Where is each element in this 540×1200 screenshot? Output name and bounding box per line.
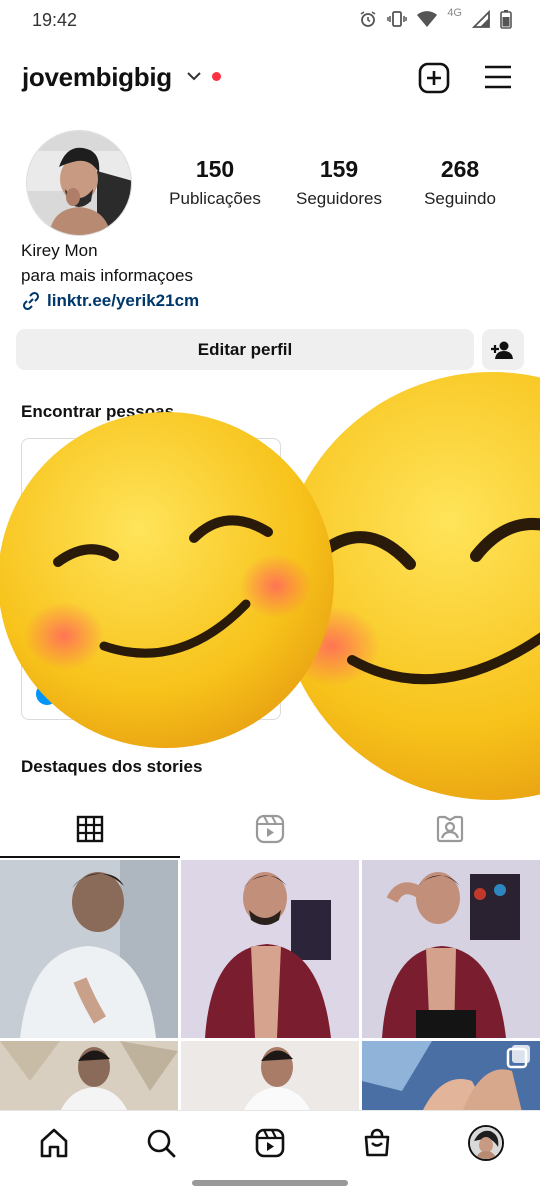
nav-reels[interactable] <box>250 1123 290 1163</box>
alarm-icon <box>360 11 376 27</box>
network-label: 4G <box>447 7 462 19</box>
profile-link[interactable]: linktr.ee/yerik21cm <box>21 291 199 311</box>
shop-icon <box>364 1128 390 1157</box>
post-thumbnail[interactable] <box>181 860 359 1038</box>
chevron-down-icon[interactable] <box>186 70 202 82</box>
posts-count: 150 <box>195 156 235 182</box>
search-icon <box>147 1129 176 1158</box>
notification-dot <box>212 72 221 81</box>
tab-reels[interactable] <box>180 800 360 858</box>
status-icons: 4G <box>359 7 512 29</box>
stat-posts[interactable]: 150 Publicações <box>150 156 280 209</box>
post-thumbnail[interactable] <box>0 1041 178 1112</box>
nav-shop[interactable] <box>357 1123 397 1163</box>
status-time: 19:42 <box>32 10 78 30</box>
posts-grid <box>0 860 540 1112</box>
nav-search[interactable] <box>141 1123 181 1163</box>
posts-label: Publicações <box>169 189 261 208</box>
nav-home[interactable] <box>34 1123 74 1163</box>
bottom-navigation <box>0 1110 540 1172</box>
tab-grid[interactable] <box>0 800 180 858</box>
stat-following[interactable]: 268 Seguindo <box>395 156 525 209</box>
following-count: 268 <box>440 156 480 182</box>
reels-icon <box>255 814 285 844</box>
edit-profile-button[interactable]: Editar perfil <box>16 329 474 370</box>
discover-people-button[interactable] <box>482 329 524 370</box>
add-user-icon <box>491 341 513 359</box>
profile-link-text[interactable]: linktr.ee/yerik21cm <box>47 291 199 311</box>
post-thumbnail[interactable] <box>362 1041 540 1112</box>
signal-icon <box>472 10 490 28</box>
followers-count: 159 <box>319 156 359 182</box>
status-bar: 19:42 4G <box>0 0 540 40</box>
nav-profile[interactable] <box>466 1123 506 1163</box>
wifi-icon <box>417 11 438 27</box>
post-thumbnail[interactable] <box>362 860 540 1038</box>
smiling-face-emoji-left <box>0 412 334 748</box>
post-thumbnail[interactable] <box>0 860 178 1038</box>
profile-header: jovembigbig <box>0 56 540 104</box>
active-tab-indicator <box>0 856 180 858</box>
profile-bio: para mais informaçoes <box>21 266 193 285</box>
battery-icon <box>500 10 512 29</box>
gesture-bar <box>192 1180 348 1186</box>
following-label: Seguindo <box>424 189 496 208</box>
link-icon <box>22 291 40 311</box>
profile-name: Kirey Mon <box>21 241 98 260</box>
highlights-title: Destaques dos stories <box>21 757 203 776</box>
username[interactable]: jovembigbig <box>22 62 172 93</box>
tab-tagged[interactable] <box>360 800 540 858</box>
post-thumbnail[interactable] <box>181 1041 359 1112</box>
grid-icon <box>76 815 104 843</box>
new-post-icon[interactable] <box>418 62 450 94</box>
profile-avatar-small <box>468 1125 504 1161</box>
tagged-icon <box>436 815 464 843</box>
profile-avatar[interactable] <box>26 130 132 236</box>
vibrate-icon <box>387 11 408 27</box>
profile-tabs <box>0 800 540 858</box>
stat-followers[interactable]: 159 Seguidores <box>274 156 404 209</box>
home-icon <box>40 1128 68 1158</box>
followers-label: Seguidores <box>295 189 382 208</box>
menu-icon[interactable] <box>484 64 512 90</box>
reels-icon <box>255 1128 285 1158</box>
